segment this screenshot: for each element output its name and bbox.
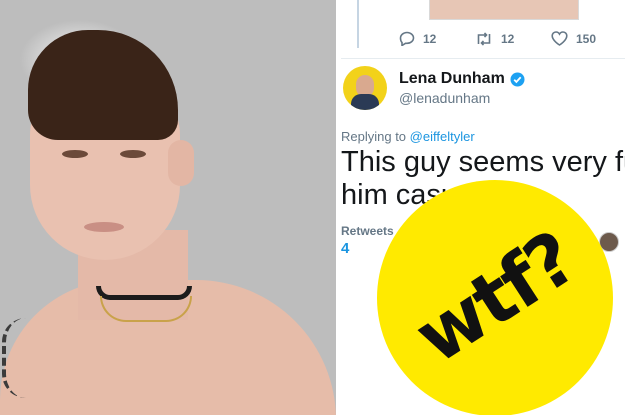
reply-icon <box>399 31 415 46</box>
thread-line <box>357 0 359 48</box>
reply-count: 12 <box>423 31 437 46</box>
selfie-photo <box>0 0 336 415</box>
tweet-actions: 12 12 150 <box>399 31 625 46</box>
tweet-text-line-1: This guy seems very fu <box>341 146 625 178</box>
lips <box>84 222 124 232</box>
replying-prefix: Replying to <box>341 129 407 144</box>
separator <box>341 58 625 59</box>
retweet-icon <box>477 31 491 46</box>
replying-to-link[interactable]: @eiffeltyler <box>410 129 475 144</box>
like-count: 150 <box>576 31 597 46</box>
left-eye <box>62 150 88 158</box>
retweet-count: 12 <box>501 31 515 46</box>
retweets-label: Retweets <box>341 224 394 238</box>
replying-to: Replying to @eiffeltyler <box>341 129 475 144</box>
right-eye <box>120 150 146 158</box>
author-handle[interactable]: @lenadunham <box>399 90 490 106</box>
wtf-sticker: wtf? <box>377 180 613 415</box>
like-icon <box>551 31 568 46</box>
like-button[interactable]: 150 <box>551 31 625 46</box>
author-name-row[interactable]: Lena Dunham <box>399 70 525 88</box>
reply-button[interactable]: 12 <box>399 31 475 46</box>
previous-tweet-image <box>429 0 579 20</box>
retweets-value[interactable]: 4 <box>341 240 349 257</box>
author-name: Lena Dunham <box>399 70 505 87</box>
ear <box>168 140 194 186</box>
retweet-button[interactable]: 12 <box>475 32 551 46</box>
tattoo <box>2 318 50 398</box>
hair <box>28 30 178 140</box>
avatar[interactable] <box>343 66 387 110</box>
sticker-text: wtf? <box>399 215 591 381</box>
necklace <box>100 296 192 322</box>
verified-icon <box>510 72 525 86</box>
